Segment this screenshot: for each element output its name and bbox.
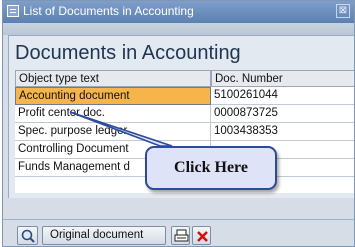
click-here-callout: Click Here	[145, 146, 277, 190]
column-header-object-type[interactable]: Object type text	[15, 70, 211, 87]
cancel-button[interactable]	[192, 226, 211, 245]
title-bar[interactable]: List of Documents in Accounting ⊠	[3, 1, 354, 23]
table-row[interactable]: Spec. purpose ledger 1003438353	[15, 123, 354, 141]
table-row[interactable]: Profit center doc. 0000873725	[15, 105, 354, 123]
window-title: List of Documents in Accounting	[23, 4, 194, 18]
table-row[interactable]: Accounting document 5100261044	[15, 87, 354, 105]
page-title: Documents in Accounting	[15, 42, 241, 64]
doc-number-cell[interactable]: 0000873725	[211, 105, 354, 123]
doc-number-cell[interactable]: 1003438353	[211, 123, 354, 141]
object-type-cell[interactable]: Spec. purpose ledger	[15, 123, 211, 141]
top-strip	[3, 23, 354, 35]
document-list-window: List of Documents in Accounting ⊠ Docume…	[2, 0, 355, 247]
bottom-toolbar: Original document	[3, 220, 354, 246]
doc-number-cell[interactable]: 5100261044	[211, 87, 354, 105]
print-button[interactable]	[171, 226, 190, 245]
window-menu-icon[interactable]	[7, 5, 19, 17]
column-header-doc-number[interactable]: Doc. Number	[211, 70, 354, 87]
find-button[interactable]	[17, 226, 38, 245]
object-type-cell[interactable]: Profit center doc.	[15, 105, 211, 123]
close-button[interactable]: ⊠	[336, 4, 350, 18]
original-document-button[interactable]: Original document	[42, 226, 166, 245]
object-type-cell[interactable]: Accounting document	[15, 87, 211, 105]
